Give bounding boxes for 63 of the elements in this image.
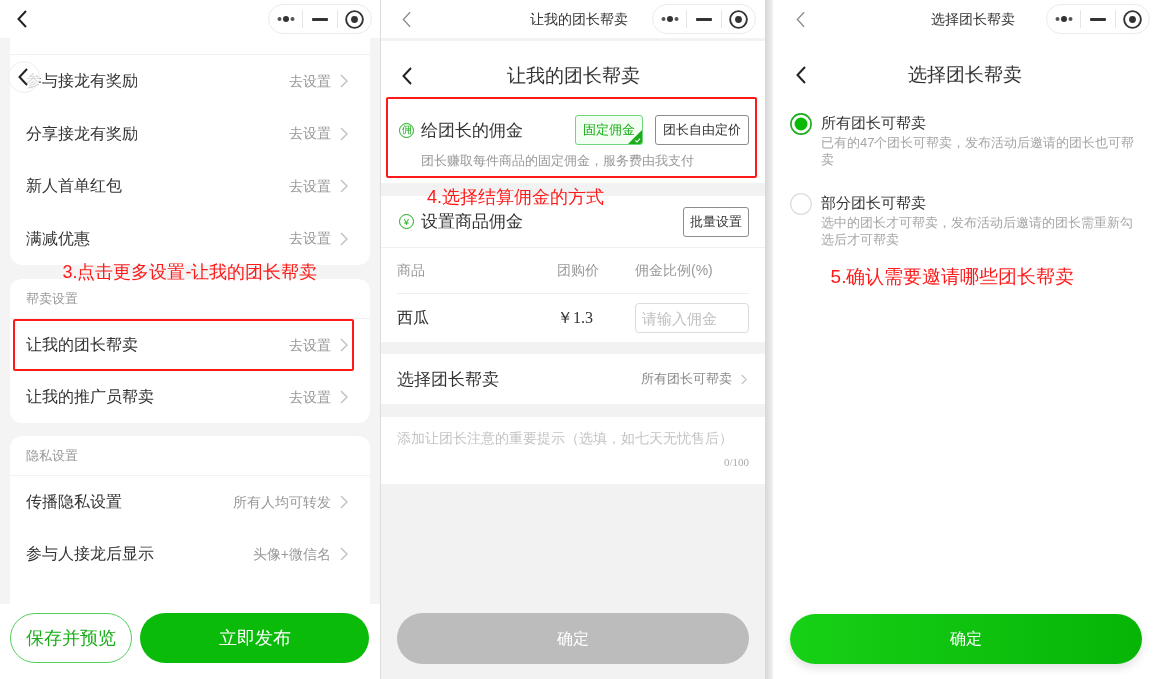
confirm-button[interactable]: 确定 xyxy=(790,614,1142,664)
setting-value: 去设置 xyxy=(289,124,331,144)
group-header: 帮卖设置 xyxy=(26,289,78,308)
nav-title: 选择团长帮卖 xyxy=(931,9,1015,29)
setting-label: 让我的团长帮卖 xyxy=(26,335,139,355)
option-description: 选中的团长才可帮卖，发布活动后邀请的团长需重新勾选后才可帮卖 xyxy=(821,214,1134,248)
minus-icon[interactable] xyxy=(1090,17,1106,21)
picker-value: 所有团长可帮卖 xyxy=(641,370,732,389)
back-icon[interactable] xyxy=(402,67,412,85)
table-cell-text: 西瓜 xyxy=(397,308,429,328)
annotation-text: 5.确认需要邀请哪些团长帮卖 xyxy=(830,265,1075,289)
setting-label: 让我的推广员帮卖 xyxy=(26,387,155,407)
column-header: 团购价 xyxy=(557,261,599,280)
option-title: 所有团长可帮卖 xyxy=(821,114,927,133)
setting-value: 去设置 xyxy=(289,335,331,355)
minus-icon[interactable] xyxy=(696,17,712,21)
table-cell-text: ￥1.3 xyxy=(557,308,593,328)
char-counter: 0/100 xyxy=(723,455,749,470)
back-icon[interactable] xyxy=(796,66,806,84)
target-icon[interactable] xyxy=(344,9,364,29)
radio-selected-icon[interactable] xyxy=(790,113,812,135)
setting-value: 去设置 xyxy=(289,176,331,196)
mode-description: 团长赚取每件商品的固定佣金，服务费由我支付 xyxy=(420,152,695,170)
section-title: 设置商品佣金 xyxy=(421,211,524,233)
target-icon[interactable] xyxy=(728,9,748,29)
setting-value: 头像+微信名 xyxy=(252,544,331,564)
group-header: 隐私设置 xyxy=(26,446,78,465)
setting-label: 分享接龙有奖励 xyxy=(26,123,139,144)
setting-label: 参与接龙有奖励 xyxy=(26,71,139,92)
more-icon[interactable] xyxy=(276,16,295,22)
setting-value: 去设置 xyxy=(289,229,331,249)
radio-icon[interactable] xyxy=(790,193,812,215)
setting-value: 所有人均可转发 xyxy=(233,492,331,512)
setting-label: 参与人接龙后显示 xyxy=(26,544,155,564)
commission-input[interactable]: 请输入佣金 xyxy=(635,303,749,333)
column-header: 商品 xyxy=(397,261,425,280)
option-description: 已有的47个团长可帮卖，发布活动后邀请的团长也可帮卖 xyxy=(821,134,1136,168)
page-title: 选择团长帮卖 xyxy=(907,62,1022,87)
section-title: 给团长的佣金 xyxy=(421,119,524,141)
annotation-text: 4.选择结算佣金的方式 xyxy=(427,187,604,207)
batch-set-button[interactable]: 批量设置 xyxy=(683,206,749,237)
picker-label: 选择团长帮卖 xyxy=(397,368,500,390)
mode-option[interactable]: 团长自由定价 xyxy=(655,115,749,145)
action-button[interactable]: 保存并预览 xyxy=(10,613,132,663)
back-icon[interactable] xyxy=(17,68,28,86)
setting-label: 新人首单红包 xyxy=(26,176,123,197)
annotation-text: 3.点击更多设置-让我的团长帮卖 xyxy=(62,262,318,282)
mode-option[interactable]: 固定佣金 xyxy=(575,115,643,145)
minus-icon[interactable] xyxy=(312,17,328,21)
setting-value: 去设置 xyxy=(289,71,331,91)
setting-label: 传播隐私设置 xyxy=(26,492,123,512)
setting-label: 满减优惠 xyxy=(26,228,91,249)
back-icon[interactable] xyxy=(17,10,27,28)
action-button[interactable]: 立即发布 xyxy=(140,613,369,663)
column-header: 佣金比例(%) xyxy=(635,261,713,280)
nav-title: 让我的团长帮卖 xyxy=(530,9,628,29)
setting-value: 去设置 xyxy=(289,387,331,407)
note-box[interactable]: 添加让团长注意的重要提示（选填，如七天无忧售后） 0/100 xyxy=(381,417,765,484)
more-icon[interactable] xyxy=(660,16,679,22)
option-title: 部分团长可帮卖 xyxy=(821,194,927,213)
page-title: 让我的团长帮卖 xyxy=(506,63,640,88)
more-icon[interactable] xyxy=(1054,16,1073,22)
target-icon[interactable] xyxy=(1122,9,1142,29)
